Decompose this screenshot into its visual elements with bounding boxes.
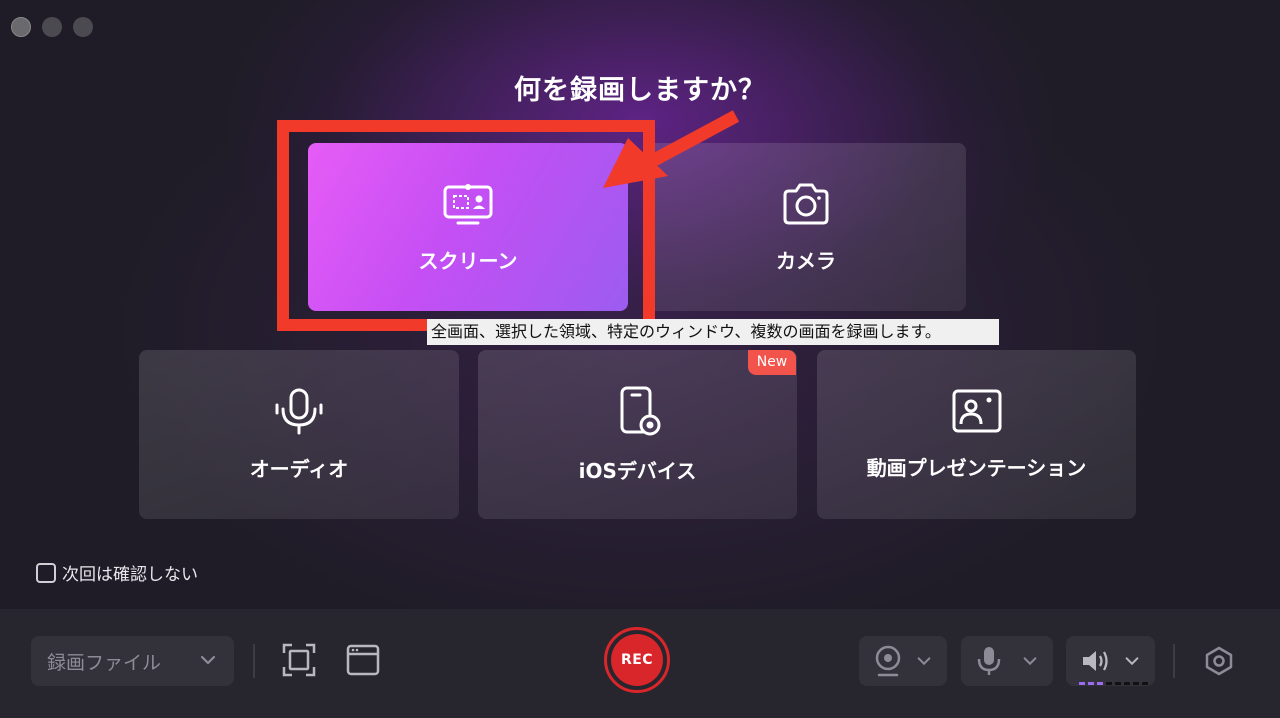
- file-type-dropdown-value: 録画ファイル: [47, 651, 162, 674]
- webcam-toggle[interactable]: [859, 636, 947, 686]
- maximize-window-button[interactable]: [73, 17, 93, 37]
- toolbar-divider: [1173, 644, 1175, 678]
- microphone-toggle[interactable]: [961, 636, 1053, 686]
- card-audio[interactable]: オーディオ: [139, 350, 459, 519]
- audio-level-segment: [1142, 682, 1148, 685]
- webcam-icon: [875, 645, 901, 677]
- card-presentation-label: 動画プレゼンテーション: [866, 456, 1087, 480]
- audio-level-segment: [1133, 682, 1139, 685]
- audio-level-segment: [1124, 682, 1130, 685]
- record-button-label: REC: [611, 634, 663, 686]
- annotation-arrow-icon: [603, 110, 740, 188]
- audio-level-segment: [1115, 682, 1121, 685]
- card-camera-label: カメラ: [776, 248, 836, 273]
- dont-ask-again-option[interactable]: 次回は確認しない: [36, 560, 198, 585]
- close-window-button[interactable]: [11, 17, 31, 37]
- new-badge: New: [748, 350, 796, 375]
- audio-level-segment: [1097, 682, 1103, 685]
- camera-icon: [783, 183, 829, 224]
- system-audio-toggle[interactable]: [1066, 636, 1155, 686]
- chevron-down-icon: [917, 657, 931, 666]
- settings-hexagon-icon: [1205, 646, 1233, 676]
- audio-level-segment: [1088, 682, 1094, 685]
- presentation-icon: [952, 389, 1001, 433]
- chevron-down-icon: [1125, 657, 1139, 666]
- card-presentation[interactable]: 動画プレゼンテーション: [817, 350, 1136, 519]
- dont-ask-again-checkbox[interactable]: [36, 562, 56, 583]
- file-type-dropdown[interactable]: 録画ファイル: [31, 636, 234, 686]
- audio-level-meter: [1079, 682, 1148, 685]
- speaker-icon: [1083, 651, 1108, 671]
- chevron-down-icon: [200, 655, 216, 665]
- microphone-icon: [275, 388, 323, 435]
- fullscreen-region-button[interactable]: [280, 641, 318, 679]
- card-ios-device[interactable]: iOSデバイス: [478, 350, 797, 519]
- recording-mode-window: 何を録画しますか？ スクリーン カメラ オーディオ iOSデバイス New 動画…: [0, 0, 1280, 718]
- fullscreen-region-icon: [282, 643, 316, 677]
- window-icon: [346, 644, 380, 676]
- microphone-icon: [977, 647, 1001, 675]
- screen-tooltip: 全画面、選択した領域、特定のウィンドウ、複数の画面を録画します。: [427, 319, 999, 345]
- window-capture-button[interactable]: [344, 641, 382, 679]
- settings-button[interactable]: [1200, 642, 1238, 680]
- card-audio-label: オーディオ: [249, 457, 349, 481]
- dont-ask-again-label: 次回は確認しない: [62, 565, 198, 585]
- toolbar-divider: [253, 644, 255, 678]
- record-button[interactable]: REC: [604, 627, 670, 693]
- card-ios-device-label: iOSデバイス: [578, 459, 697, 483]
- window-controls: [11, 17, 93, 37]
- audio-level-segment: [1106, 682, 1112, 685]
- page-title: 何を録画しますか？: [514, 75, 766, 106]
- ios-device-icon: [620, 386, 660, 436]
- chevron-down-icon: [1023, 657, 1037, 666]
- minimize-window-button[interactable]: [42, 17, 62, 37]
- audio-level-segment: [1079, 682, 1085, 685]
